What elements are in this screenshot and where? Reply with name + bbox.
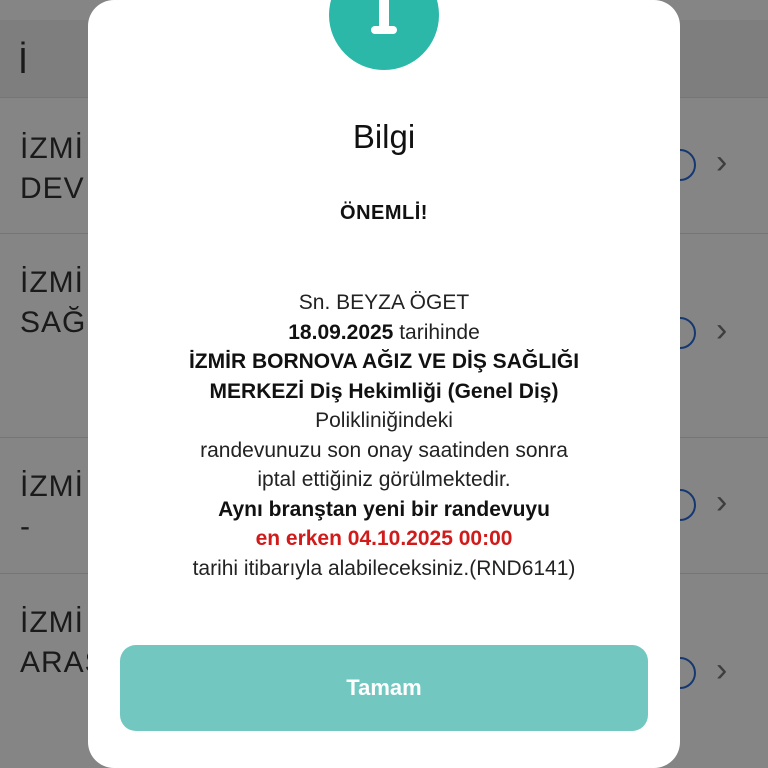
- message-cancel-line-1: randevunuzu son onay saatinden sonra: [200, 438, 568, 462]
- dialog-message: Sn. BEYZA ÖGET 18.09.2025 tarihinde İZMİ…: [88, 288, 680, 583]
- message-cancel-line-2: iptal ettiğiniz görülmektedir.: [257, 468, 511, 491]
- message-branch-line: Aynı branştan yeni bir randevuyu: [218, 497, 550, 521]
- message-clinic: İZMİR BORNOVA AĞIZ VE DİŞ SAĞLIĞI MERKEZ…: [188, 350, 580, 403]
- message-date: 18.09.2025: [288, 320, 394, 344]
- important-heading: ÖNEMLİ!: [340, 202, 428, 224]
- message-clinic-suffix: Polikliniğindeki: [315, 409, 453, 432]
- info-dialog: Bilgi ÖNEMLİ! Sn. BEYZA ÖGET 18.09.2025 …: [88, 0, 680, 768]
- ok-button[interactable]: Tamam: [120, 645, 648, 731]
- dialog-title: Bilgi: [352, 118, 416, 155]
- message-date-suffix: tarihinde: [393, 320, 480, 344]
- message-earliest-date: en erken 04.10.2025 00:00: [255, 527, 513, 550]
- info-icon: [329, 0, 439, 70]
- message-closing: tarihi itibarıyla alabileceksiniz.(RND61…: [192, 556, 576, 580]
- message-greeting: Sn. BEYZA ÖGET: [298, 291, 470, 314]
